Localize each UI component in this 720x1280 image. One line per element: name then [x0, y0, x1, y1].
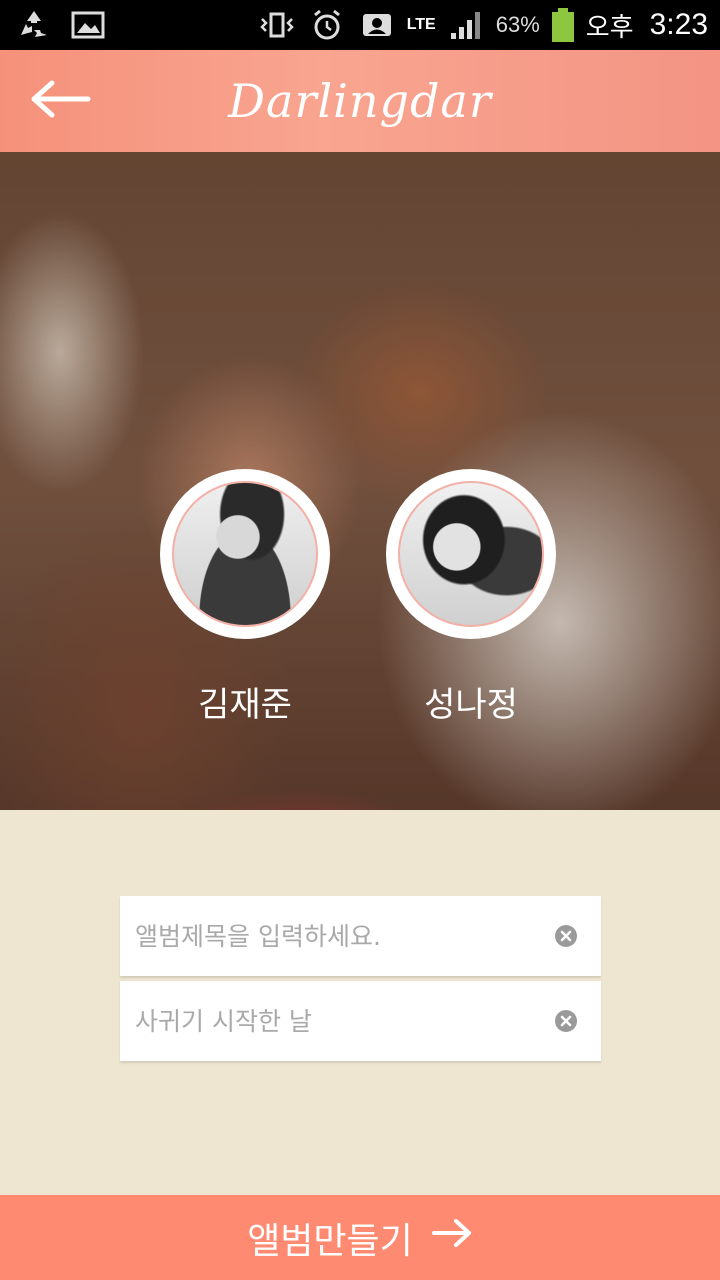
partner1-avatar[interactable]	[160, 469, 330, 639]
partner1-photo	[172, 481, 318, 627]
voicemail-icon	[357, 7, 397, 43]
status-bar: LTE 63% 오후 3:23	[0, 0, 720, 50]
battery-icon	[550, 7, 576, 43]
partner2-avatar[interactable]	[386, 469, 556, 639]
partner2-name: 성나정	[424, 685, 518, 725]
signal-icon	[446, 7, 486, 43]
recycle-icon	[14, 7, 54, 43]
battery-percent: 63%	[495, 12, 540, 37]
partner1-name: 김재준	[198, 685, 292, 725]
network-type: LTE	[406, 16, 436, 33]
partner2-photo	[398, 481, 544, 627]
create-album-button[interactable]: 앨범만들기	[0, 1195, 720, 1280]
time-ampm: 오후	[585, 11, 634, 42]
close-icon	[560, 927, 572, 946]
start-date-field[interactable]	[120, 981, 601, 1061]
arrow-left-icon	[30, 79, 92, 123]
app-title: Darlingdar	[228, 74, 492, 128]
create-album-label: 앨범만들기	[247, 1220, 413, 1262]
app-header: Darlingdar	[0, 50, 720, 152]
back-button[interactable]	[26, 76, 96, 126]
alarm-icon	[307, 7, 347, 43]
gallery-icon	[68, 7, 108, 43]
album-title-input[interactable]	[135, 921, 535, 951]
vibrate-icon	[257, 7, 297, 43]
arrow-right-icon	[431, 1217, 473, 1258]
start-date-input[interactable]	[135, 1006, 535, 1036]
couple-cover-photo[interactable]: 김재준 성나정	[0, 152, 720, 810]
album-title-field[interactable]	[120, 896, 601, 976]
close-icon	[560, 1012, 572, 1031]
album-title-clear-button[interactable]	[555, 925, 577, 947]
clock-time: 3:23	[649, 8, 708, 41]
start-date-clear-button[interactable]	[555, 1010, 577, 1032]
